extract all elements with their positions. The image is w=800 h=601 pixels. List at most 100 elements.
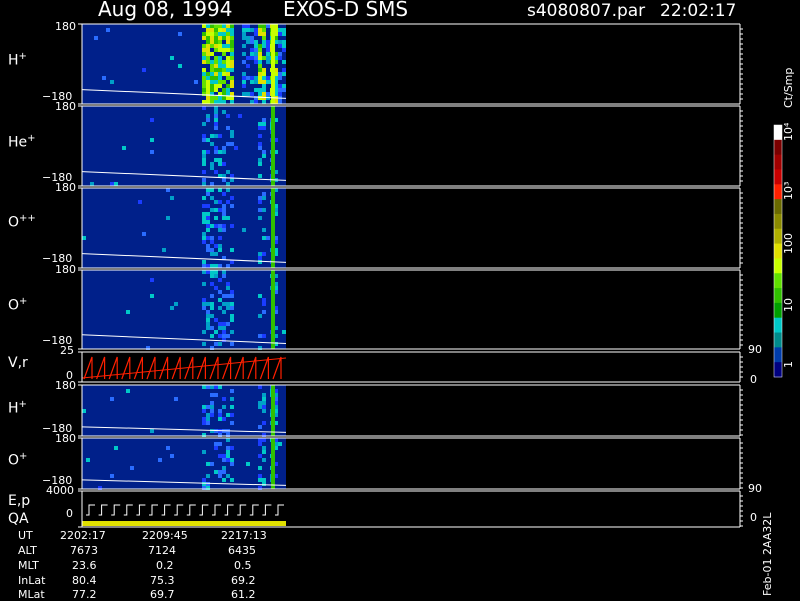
heat-cell [206,413,210,417]
heat-cell [250,80,254,84]
heat-cell [210,462,214,466]
heat-cell [222,146,226,150]
heat-cell [258,474,262,478]
qa-bar [82,521,286,526]
footer-row-inlat-name: InLat [18,574,46,587]
heat-cell [218,80,222,84]
heat-cell [230,314,234,318]
heat-cell [278,84,282,88]
heat-cell [230,318,234,322]
heat-cell [226,68,230,72]
heat-cell [218,28,222,32]
footer-row-mlat-v3: 61.2 [231,588,256,601]
heat-cell [210,96,214,100]
vr-sawtooth [234,356,244,380]
heat-cell [210,162,214,166]
heat-cell [210,32,214,36]
ep-step [224,504,234,516]
heat-cell [206,270,210,274]
heat-cell [222,216,226,220]
heat-cell [222,270,226,274]
heat-cell [170,454,174,458]
heat-cell [222,274,226,278]
colorbar-segment [774,213,782,230]
heat-cell [262,393,266,397]
heat-cell [250,56,254,60]
heat-cell [262,397,266,401]
heat-cell [266,52,270,56]
heat-cell [202,158,206,162]
heat-cell [218,162,222,166]
heat-cell [222,178,226,182]
heat-cell [202,212,206,216]
heat-cell [226,24,230,28]
ep-step [86,504,95,516]
heat-cell [282,28,286,32]
heat-cell [226,306,230,310]
heat-cell [262,334,266,338]
heat-cell [266,76,270,80]
heat-cell [226,413,230,417]
heat-cell [202,88,206,92]
footer-row-mlt-v1: 23.6 [72,559,97,572]
heat-cell [282,48,286,52]
heat-cell [258,196,262,200]
heat-cell [210,224,214,228]
colorbar-segment [774,273,782,289]
colorbar-segment [774,228,782,245]
vr-sawtooth [133,356,143,380]
heat-cell [210,80,214,84]
heat-cell [258,126,262,130]
heat-cell [202,342,206,346]
heat-cell [226,282,230,286]
heat-cell [214,114,218,118]
p3-top-tick: 180 [55,181,76,194]
heat-cell [82,236,86,240]
heat-cell [202,134,206,138]
heat-cell [150,118,154,122]
heat-cell [258,142,262,146]
heat-cell [230,330,234,334]
heat-cell [214,170,218,174]
heat-cell [262,236,266,240]
heat-cell [218,44,222,48]
vr-sawtooth [247,356,257,380]
heat-cell [226,72,230,76]
heat-cell [266,236,270,240]
heat-cell [250,92,254,96]
heat-cell [206,322,210,326]
heat-cell [202,36,206,40]
heat-cell [226,76,230,80]
colorbar-segment [774,317,782,334]
heat-cell [210,302,214,306]
heat-cell [230,389,234,393]
heat-cell [218,76,222,80]
heat-cell [210,236,214,240]
heat-cell [110,474,114,478]
heat-cell [170,196,174,200]
heat-cell [258,334,262,338]
heat-cell [202,122,206,126]
heat-cell [202,154,206,158]
heat-cell [202,138,206,142]
heat-cell [226,182,230,186]
heat-cell [230,52,234,56]
heat-cell [218,417,222,421]
heat-cell [266,24,270,28]
heat-cell [250,40,254,44]
heat-cell [226,36,230,40]
heat-cell [214,146,218,150]
colorbar-segment [774,258,782,274]
heat-cell [250,76,254,80]
heat-cell [254,76,258,80]
heat-cell [210,326,214,330]
colorbar-unit: Ct/Smp [782,67,795,108]
heat-cell [262,450,266,454]
p8-bot-tick: 0 [66,507,73,520]
heat-cell [230,294,234,298]
heat-cell [210,274,214,278]
heat-cell [214,270,218,274]
heat-cell [210,252,214,256]
heat-cell [210,294,214,298]
heat-cell [258,294,262,298]
